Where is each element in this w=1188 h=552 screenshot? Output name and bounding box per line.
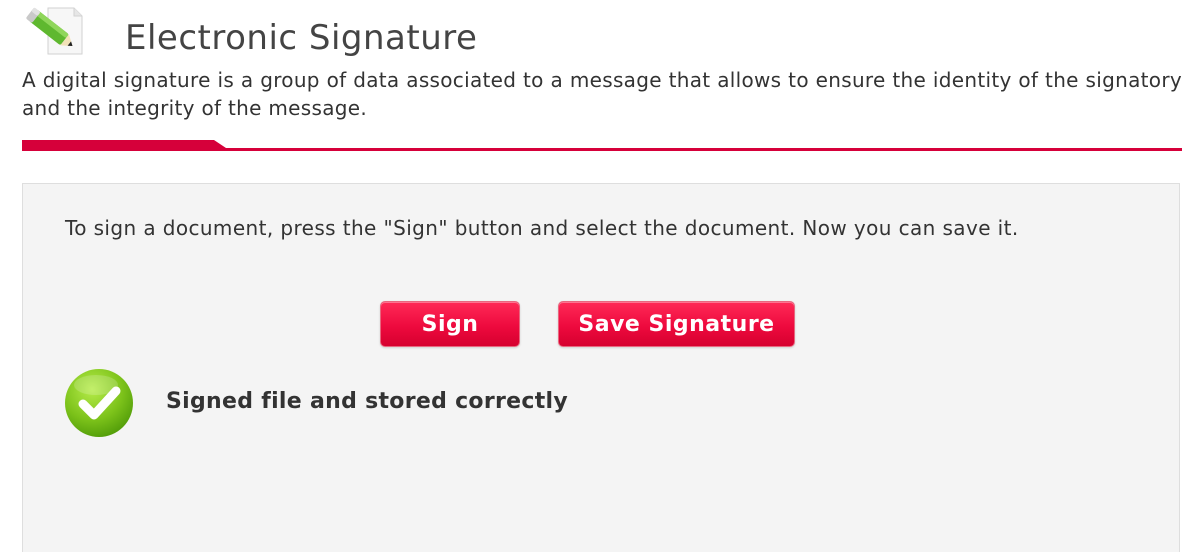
pencil-signature-icon	[22, 6, 84, 58]
save-signature-button[interactable]: Save Signature	[558, 301, 795, 347]
check-circle-icon	[63, 367, 135, 439]
section-divider	[22, 140, 1182, 151]
header: Electronic Signature	[22, 6, 1182, 64]
page: Electronic Signature A digital signature…	[0, 0, 1188, 552]
signature-panel: To sign a document, press the "Sign" but…	[22, 183, 1180, 552]
page-description: A digital signature is a group of data a…	[22, 68, 1182, 120]
sign-button[interactable]: Sign	[380, 301, 520, 347]
status-message: Signed file and stored correctly	[63, 367, 763, 437]
status-text: Signed file and stored correctly	[166, 389, 568, 414]
instructions-text: To sign a document, press the "Sign" but…	[65, 216, 1019, 240]
page-title: Electronic Signature	[125, 18, 478, 58]
